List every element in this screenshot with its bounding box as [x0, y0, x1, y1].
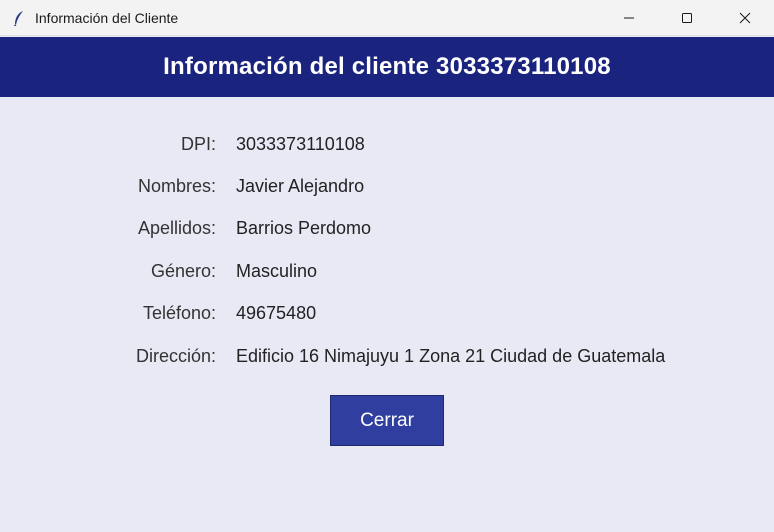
field-row-dpi: DPI: 3033373110108 [0, 129, 774, 159]
field-row-telefono: Teléfono: 49675480 [0, 298, 774, 328]
field-value: Barrios Perdomo [236, 218, 372, 238]
close-icon [739, 12, 751, 24]
maximize-icon [682, 13, 692, 23]
field-value: 49675480 [236, 303, 317, 323]
page-title: Información del cliente 3033373110108 [163, 53, 611, 80]
window-controls [600, 0, 774, 36]
minimize-icon [624, 17, 634, 19]
maximize-button[interactable] [658, 0, 716, 36]
field-label: Género: [150, 261, 216, 281]
field-label: DPI: [180, 134, 216, 154]
field-label: Nombres: [137, 176, 216, 196]
window-title: Información del Cliente [35, 9, 179, 26]
minimize-button[interactable] [600, 0, 658, 36]
field-label: Apellidos: [137, 218, 216, 238]
cerrar-button[interactable]: Cerrar [330, 395, 444, 446]
field-label: Teléfono: [142, 303, 216, 323]
field-value: Javier Alejandro [236, 176, 365, 196]
page-header: Información del cliente 3033373110108 [0, 37, 774, 97]
field-row-apellidos: Apellidos: Barrios Perdomo [0, 213, 774, 243]
window-titlebar: Información del Cliente [0, 0, 774, 36]
field-row-genero: Género: Masculino [0, 256, 774, 286]
field-value: Masculino [236, 261, 318, 281]
field-row-direccion: Dirección: Edificio 16 Nimajuyu 1 Zona 2… [0, 341, 774, 371]
field-label: Dirección: [135, 346, 216, 366]
feather-icon [11, 10, 27, 26]
close-window-button[interactable] [716, 0, 774, 36]
field-value: 3033373110108 [236, 134, 365, 154]
field-value: Edificio 16 Nimajuyu 1 Zona 21 Ciudad de… [236, 346, 666, 366]
field-row-nombres: Nombres: Javier Alejandro [0, 171, 774, 201]
